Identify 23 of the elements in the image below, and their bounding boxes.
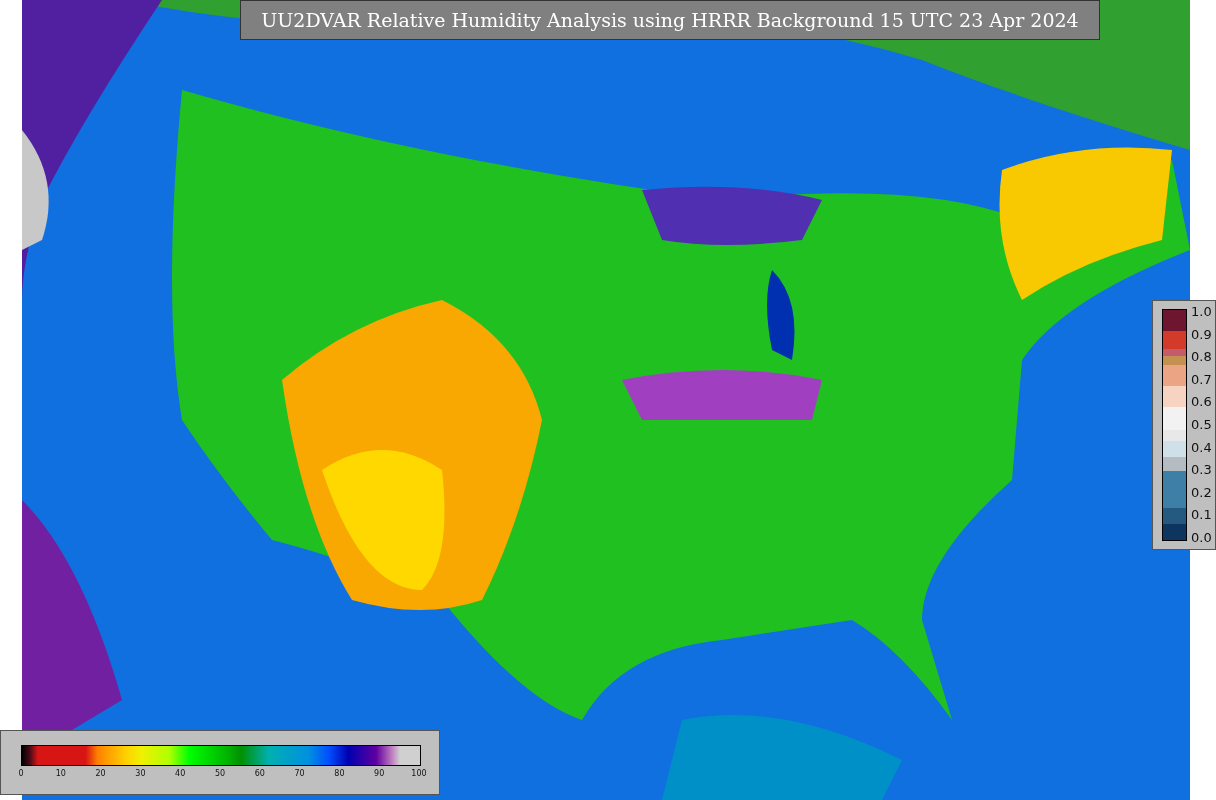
tick-label: 1.0 — [1191, 305, 1212, 319]
tick-label: 60 — [254, 768, 265, 780]
tick-label: 10 — [55, 768, 66, 780]
tick-label: 20 — [95, 768, 106, 780]
tick-label: 0.1 — [1191, 508, 1212, 523]
tick-label: 30 — [135, 768, 146, 780]
tick-label: 80 — [334, 768, 345, 780]
tick-label: 0.7 — [1191, 372, 1212, 387]
tick-label: 0.9 — [1191, 327, 1212, 342]
tick-label: 70 — [294, 768, 305, 780]
tick-label: 0.6 — [1191, 395, 1212, 410]
tick-label: 50 — [214, 768, 226, 780]
tick-label: 0.5 — [1191, 417, 1212, 432]
tick-label: 0.0 — [1191, 530, 1212, 545]
tick-label: 0.8 — [1191, 350, 1212, 365]
tick-label: 90 — [374, 768, 385, 780]
tick-label: 0.3 — [1191, 463, 1212, 478]
tick-label: 0 — [18, 768, 24, 780]
tick-label: 100 — [411, 768, 427, 780]
tick-label: 40 — [175, 768, 186, 780]
tick-label: 0.4 — [1191, 440, 1212, 455]
tick-label: 0.2 — [1191, 485, 1212, 500]
chart-title: UU2DVAR Relative Humidity Analysis using HRRR Background 15 UTC 23 Apr 2024 — [240, 0, 1100, 40]
